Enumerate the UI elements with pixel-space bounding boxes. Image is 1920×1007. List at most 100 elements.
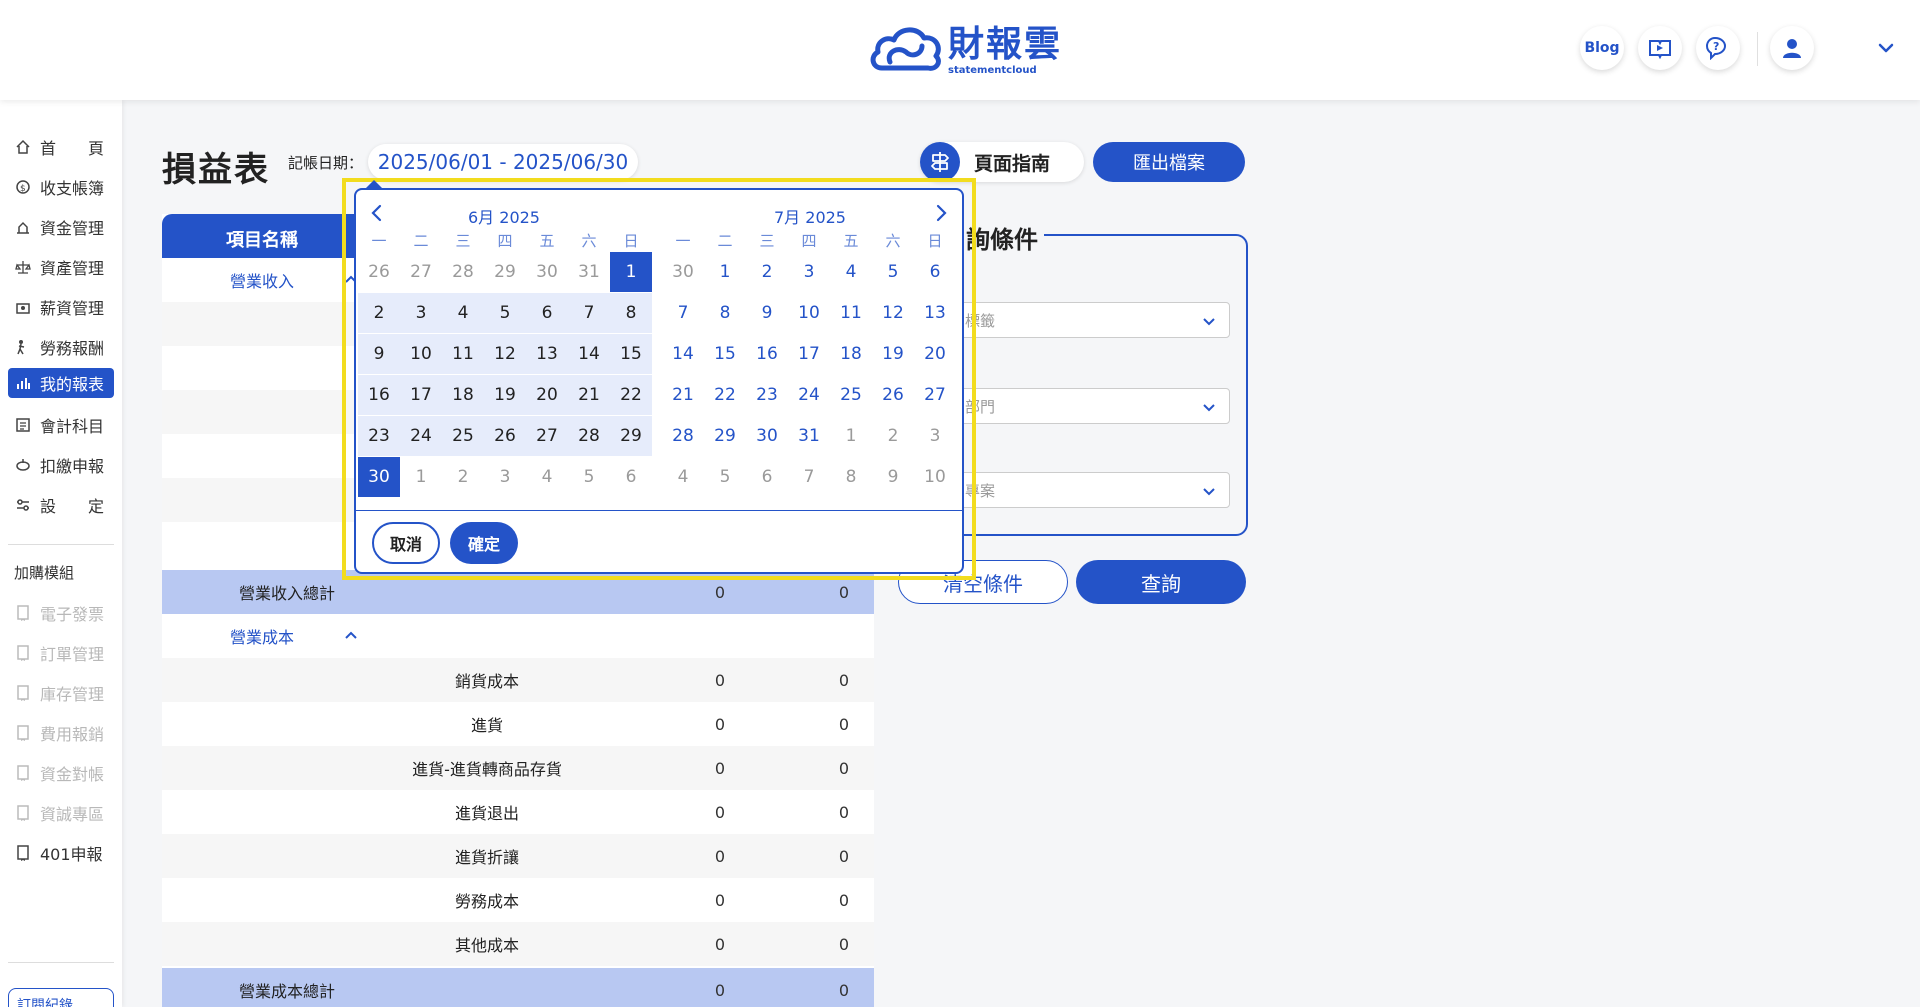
calendar-day[interactable]: 21	[568, 375, 610, 415]
chevron-up-icon[interactable]	[344, 630, 358, 640]
calendar-day[interactable]: 16	[746, 334, 788, 374]
calendar-day[interactable]: 1	[704, 252, 746, 292]
sidebar-item-orders[interactable]: 訂單管理	[8, 638, 114, 668]
calendar-day[interactable]: 15	[610, 334, 652, 374]
blog-button[interactable]: Blog	[1580, 26, 1624, 70]
support-chat-button[interactable]: ?	[1696, 26, 1740, 70]
calendar-day[interactable]: 9	[746, 293, 788, 333]
calendar-day[interactable]: 25	[442, 416, 484, 456]
calendar-day[interactable]: 2	[358, 293, 400, 333]
calendar-day[interactable]: 6	[610, 457, 652, 497]
calendar-day[interactable]: 5	[484, 293, 526, 333]
section-row-cost[interactable]: 營業成本	[162, 614, 874, 658]
calendar-day[interactable]: 6	[526, 293, 568, 333]
calendar-day[interactable]: 3	[914, 416, 956, 456]
calendar-day[interactable]: 13	[526, 334, 568, 374]
calendar-day[interactable]: 2	[872, 416, 914, 456]
calendar-day[interactable]: 8	[830, 457, 872, 497]
calendar-day[interactable]: 3	[788, 252, 830, 292]
calendar-day[interactable]: 12	[484, 334, 526, 374]
sidebar-item-my-reports[interactable]: 我的報表	[8, 368, 114, 398]
calendar-day[interactable]: 4	[442, 293, 484, 333]
calendar-day[interactable]: 10	[914, 457, 956, 497]
calendar-day[interactable]: 19	[484, 375, 526, 415]
calendar-day[interactable]: 25	[830, 375, 872, 415]
calendar-day[interactable]: 8	[610, 293, 652, 333]
calendar-day[interactable]: 11	[442, 334, 484, 374]
calendar-day[interactable]: 23	[746, 375, 788, 415]
calendar-day[interactable]: 1	[400, 457, 442, 497]
calendar-day[interactable]: 31	[788, 416, 830, 456]
calendar-day[interactable]: 17	[788, 334, 830, 374]
calendar-day[interactable]: 22	[610, 375, 652, 415]
calendar-day[interactable]: 7	[662, 293, 704, 333]
calendar-day[interactable]: 14	[662, 334, 704, 374]
calendar-day[interactable]: 7	[788, 457, 830, 497]
sidebar-item-labor-pay[interactable]: 勞務報酬	[8, 332, 114, 362]
calendar-day[interactable]: 30	[358, 457, 400, 497]
sidebar-item-assets[interactable]: 資產管理	[8, 252, 114, 282]
calendar-day[interactable]: 24	[400, 416, 442, 456]
calendar-day[interactable]: 4	[830, 252, 872, 292]
sidebar-item-ledger-book[interactable]: $ 收支帳簿	[8, 172, 114, 202]
calendar-day[interactable]: 20	[914, 334, 956, 374]
sidebar-item-home[interactable]: 首 頁	[8, 132, 114, 162]
calendar-day[interactable]: 5	[872, 252, 914, 292]
project-select[interactable]: 專案	[958, 472, 1230, 508]
calendar-day[interactable]: 8	[704, 293, 746, 333]
calendar-day[interactable]: 19	[872, 334, 914, 374]
calendar-day[interactable]: 27	[914, 375, 956, 415]
calendar-day[interactable]: 7	[568, 293, 610, 333]
sidebar-item-401-filing[interactable]: 401申報	[8, 838, 114, 868]
datepicker-cancel-button[interactable]: 取消	[372, 522, 440, 564]
calendar-day[interactable]: 28	[442, 252, 484, 292]
calendar-day[interactable]: 18	[442, 375, 484, 415]
calendar-day[interactable]: 5	[568, 457, 610, 497]
export-file-button[interactable]: 匯出檔案	[1093, 142, 1245, 182]
calendar-day[interactable]: 22	[704, 375, 746, 415]
calendar-day[interactable]: 2	[746, 252, 788, 292]
calendar-day[interactable]: 2	[442, 457, 484, 497]
calendar-day[interactable]: 16	[358, 375, 400, 415]
calendar-day[interactable]: 30	[662, 252, 704, 292]
calendar-day[interactable]: 3	[400, 293, 442, 333]
calendar-day[interactable]: 4	[526, 457, 568, 497]
chevron-left-icon[interactable]	[366, 202, 388, 224]
tag-select[interactable]: 標籤	[958, 302, 1230, 338]
subscription-history-button[interactable]: 訂閱紀錄	[8, 988, 114, 1007]
calendar-day[interactable]: 30	[526, 252, 568, 292]
date-range-input[interactable]: 2025/06/01 - 2025/06/30	[368, 144, 638, 180]
calendar-day[interactable]: 6	[746, 457, 788, 497]
calendar-day[interactable]: 24	[788, 375, 830, 415]
calendar-day[interactable]: 13	[914, 293, 956, 333]
calendar-day[interactable]: 10	[400, 334, 442, 374]
calendar-day[interactable]: 9	[872, 457, 914, 497]
calendar-day[interactable]: 26	[872, 375, 914, 415]
sidebar-item-e-invoice[interactable]: 電子發票	[8, 598, 114, 628]
sidebar-item-reconciliation[interactable]: 資金對帳	[8, 758, 114, 788]
sidebar-item-withholding[interactable]: 扣繳申報	[8, 450, 114, 480]
search-button[interactable]: 查詢	[1076, 560, 1246, 604]
calendar-day[interactable]: 26	[484, 416, 526, 456]
calendar-day[interactable]: 26	[358, 252, 400, 292]
calendar-day[interactable]: 3	[484, 457, 526, 497]
sidebar-item-funds[interactable]: 資金管理	[8, 212, 114, 242]
calendar-day[interactable]: 1	[610, 252, 652, 292]
calendar-day[interactable]: 10	[788, 293, 830, 333]
calendar-day[interactable]: 20	[526, 375, 568, 415]
calendar-day[interactable]: 27	[400, 252, 442, 292]
calendar-day[interactable]: 29	[704, 416, 746, 456]
sidebar-item-settings[interactable]: 設 定	[8, 490, 114, 520]
chevron-right-icon[interactable]	[930, 202, 952, 224]
user-avatar-button[interactable]	[1770, 26, 1814, 70]
user-menu-chevron-icon[interactable]	[1876, 38, 1896, 58]
sidebar-item-inventory[interactable]: 庫存管理	[8, 678, 114, 708]
calendar-day[interactable]: 1	[830, 416, 872, 456]
calendar-day[interactable]: 23	[358, 416, 400, 456]
sidebar-item-accounts[interactable]: 會計科目	[8, 410, 114, 440]
calendar-day[interactable]: 11	[830, 293, 872, 333]
calendar-day[interactable]: 29	[610, 416, 652, 456]
calendar-day[interactable]: 28	[662, 416, 704, 456]
calendar-day[interactable]: 27	[526, 416, 568, 456]
calendar-day[interactable]: 5	[704, 457, 746, 497]
